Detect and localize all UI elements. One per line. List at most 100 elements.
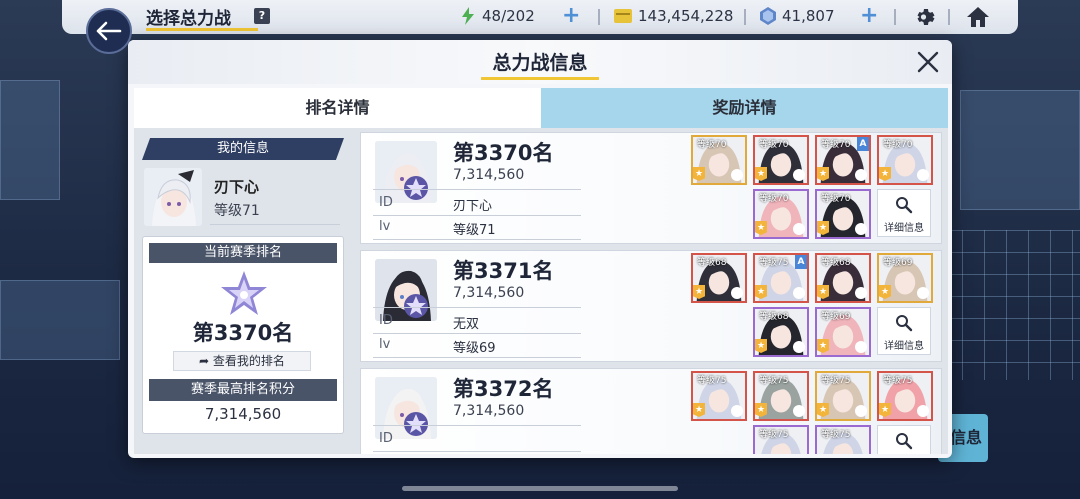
- tab-content: 我的信息 刃下心 等级71 当前赛季排名 第3370名 ➦ 查看我的排名 赛季最…: [134, 128, 948, 454]
- character-card[interactable]: 等级75 ★: [691, 371, 747, 421]
- character-level: 等级70: [697, 140, 727, 150]
- character-level: 等级75: [821, 376, 851, 386]
- role-icon: [731, 405, 743, 417]
- character-card[interactable]: 等级75 ★ A: [753, 253, 809, 303]
- assist-badge: A: [795, 255, 807, 269]
- character-level: 等级75: [697, 376, 727, 386]
- stamina-display: 48/202: [460, 7, 535, 25]
- character-card[interactable]: 等级75 ★: [815, 425, 871, 454]
- rank-list[interactable]: 第3370名 7,314,560 ID 刃下心 lv 等级71 等级70 ★ 等…: [360, 132, 942, 454]
- character-card[interactable]: 等级70 ★: [877, 135, 933, 185]
- character-card[interactable]: 等级70 ★: [691, 135, 747, 185]
- stamina-value: 48/202: [482, 7, 535, 25]
- add-gems-button[interactable]: +: [860, 3, 878, 28]
- rank-emblem-icon: [404, 294, 428, 318]
- season-rank-value: 第3370名: [192, 321, 294, 345]
- tab-ranking-details[interactable]: 排名详情: [134, 88, 541, 128]
- character-card[interactable]: 等级75 ★: [815, 371, 871, 421]
- best-score-header: 赛季最高排名积分: [149, 379, 337, 401]
- divider: [373, 215, 581, 216]
- my-info-panel: 我的信息 刃下心 等级71 当前赛季排名 第3370名 ➦ 查看我的排名 赛季最…: [142, 138, 344, 444]
- character-level: 等级68: [759, 312, 789, 322]
- rank-score: 7,314,560: [453, 285, 525, 301]
- view-my-rank-button[interactable]: ➦ 查看我的排名: [173, 351, 311, 371]
- detail-info-button[interactable]: [877, 425, 931, 454]
- add-stamina-button[interactable]: +: [562, 3, 580, 28]
- character-level: 等级70: [759, 194, 789, 204]
- star-rank-icon: ★: [817, 221, 829, 235]
- modal-title: 总力战信息: [492, 52, 588, 74]
- level-value: 等级71: [453, 223, 496, 238]
- settings-button[interactable]: [912, 3, 940, 31]
- detail-info-button[interactable]: 详细信息: [877, 307, 931, 355]
- season-rank-header: 当前赛季排名: [149, 243, 337, 263]
- star-rank-icon: ★: [879, 285, 891, 299]
- rank-score: 7,314,560: [453, 167, 525, 183]
- credits-display: 143,454,228: [614, 7, 733, 25]
- star-rank-icon: ★: [755, 221, 767, 235]
- star-rank-icon: ★: [755, 167, 767, 181]
- role-icon: [917, 405, 929, 417]
- character-card[interactable]: 等级70 ★: [753, 135, 809, 185]
- character-level: 等级75: [883, 376, 913, 386]
- star-rank-icon: ★: [817, 167, 829, 181]
- star-rank-icon: ★: [817, 403, 829, 417]
- rank-row[interactable]: 第3370名 7,314,560 ID 刃下心 lv 等级71 等级70 ★ 等…: [360, 132, 942, 244]
- tab-reward-details[interactable]: 奖励详情: [541, 88, 948, 128]
- character-card[interactable]: 等级70 ★: [753, 189, 809, 239]
- character-card[interactable]: 等级68 ★: [753, 307, 809, 357]
- background-grid: [940, 230, 1080, 380]
- star-rank-icon: ★: [693, 167, 705, 181]
- character-level: 等级75: [759, 258, 789, 268]
- divider: [373, 333, 581, 334]
- home-indicator[interactable]: [402, 486, 678, 491]
- character-card[interactable]: 等级70 ★ A: [815, 135, 871, 185]
- character-card[interactable]: 等级75 ★: [753, 425, 809, 454]
- divider: [373, 357, 581, 358]
- character-level: 等级75: [821, 430, 851, 440]
- character-level: 等级69: [821, 312, 851, 322]
- rank-row[interactable]: 第3371名 7,314,560 ID 无双 lv 等级69 等级68 ★ 等级…: [360, 250, 942, 362]
- home-button[interactable]: [964, 3, 992, 31]
- id-label: ID: [379, 313, 393, 328]
- character-card[interactable]: 等级68 ★: [815, 253, 871, 303]
- character-level: 等级68: [821, 258, 851, 268]
- gem-icon: [760, 7, 776, 25]
- character-card[interactable]: 等级75 ★: [753, 371, 809, 421]
- character-card[interactable]: 等级68 ★: [691, 253, 747, 303]
- divider: [744, 9, 746, 25]
- divider: [373, 307, 581, 308]
- role-icon: [731, 287, 743, 299]
- role-icon: [793, 341, 805, 353]
- id-label: ID: [379, 195, 393, 210]
- team-lineup: 等级75 ★ 等级75 ★ 等级75 ★ 等级75 ★ 等级75 等级75: [691, 371, 937, 454]
- modal-header: 总力战信息: [128, 40, 952, 84]
- character-card[interactable]: 等级69 ★: [877, 253, 933, 303]
- close-icon[interactable]: [916, 50, 940, 74]
- level-label: lv: [379, 337, 391, 352]
- role-icon: [917, 287, 929, 299]
- detail-info-button[interactable]: 详细信息: [877, 189, 931, 237]
- detail-info-label: 详细信息: [884, 341, 924, 352]
- lightning-icon: [462, 7, 474, 25]
- my-info-header: 我的信息: [142, 138, 344, 160]
- character-card[interactable]: 等级70 ★: [815, 189, 871, 239]
- magnifier-icon: [896, 197, 913, 214]
- role-icon: [855, 405, 867, 417]
- character-portrait: [144, 168, 202, 226]
- star-rank-icon: ★: [755, 339, 767, 353]
- divider: [894, 9, 896, 25]
- background-panel: [960, 90, 1080, 210]
- character-card[interactable]: 等级69 ★: [815, 307, 871, 357]
- rank-row[interactable]: 第3372名 7,314,560 ID 等级75 ★ 等级75 ★ 等级75 ★…: [360, 368, 942, 454]
- character-card[interactable]: 等级75 ★: [877, 371, 933, 421]
- star-rank-icon: ★: [693, 403, 705, 417]
- gems-display: 41,807: [760, 7, 835, 25]
- arrow-left-icon: [96, 21, 122, 41]
- id-value: 无双: [453, 317, 480, 332]
- star-rank-icon: ★: [755, 285, 767, 299]
- back-button[interactable]: [86, 8, 132, 54]
- divider: [598, 9, 600, 25]
- character-level: 等级70: [821, 140, 851, 150]
- help-button[interactable]: ?: [254, 8, 270, 24]
